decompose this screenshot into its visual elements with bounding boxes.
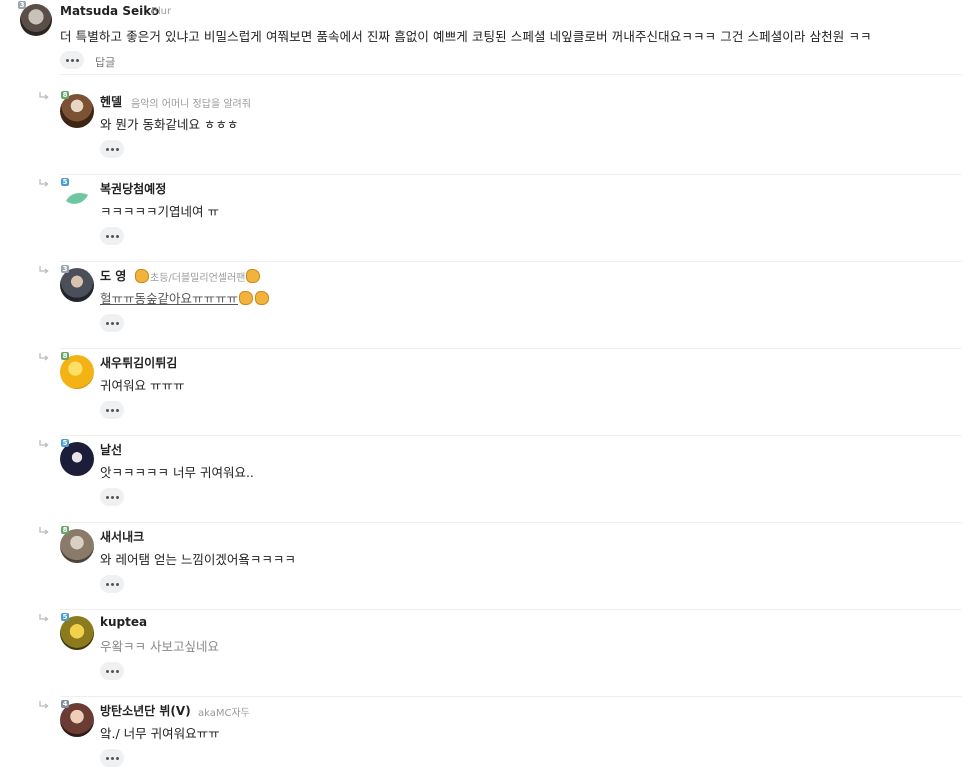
reply-arrow-icon <box>39 179 49 187</box>
comment-text: 귀여워요 ㅠㅠㅠ <box>100 378 185 393</box>
reply-comment: 4 방탄소년단 뷔(V) akaMC자두 앜./ 너무 귀여워요ㅠㅠ <box>0 697 962 784</box>
reply-arrow-icon <box>39 353 49 361</box>
more-options-button[interactable] <box>100 488 124 506</box>
more-options-button[interactable] <box>100 575 124 593</box>
comment-text: 와 뭔가 동화같네요 ㅎㅎㅎ <box>100 117 239 132</box>
author-nickname[interactable]: 방탄소년단 뷔(V) <box>100 702 191 719</box>
author-nickname[interactable]: 새우튀김이튀김 <box>100 354 177 371</box>
author-nickname[interactable]: 날선 <box>100 441 122 458</box>
comment-thread: 3 Matsuda Seiko Blur 더 특별하고 좋은거 있냐고 비밀스럽… <box>0 0 962 770</box>
user-avatar[interactable] <box>60 703 94 737</box>
reply-arrow-icon <box>39 701 49 709</box>
reply-arrow-icon <box>39 266 49 274</box>
more-options-button[interactable] <box>100 140 124 158</box>
more-options-button[interactable] <box>100 749 124 767</box>
reply-button[interactable]: 답글 <box>95 54 115 70</box>
level-badge: 8 <box>61 526 69 534</box>
author-nickname[interactable]: kuptea <box>100 615 147 629</box>
author-nickname[interactable]: 도 영 <box>100 267 126 284</box>
reply-comment: 8 새우튀김이튀김 귀여워요 ㅠㅠㅠ <box>0 349 962 436</box>
comment-text: 앜./ 너무 귀여워요ㅠㅠ <box>100 726 220 741</box>
user-avatar[interactable] <box>60 442 94 476</box>
leaf-avatar[interactable] <box>60 181 94 215</box>
author-nickname[interactable]: 새서내크 <box>100 528 144 545</box>
level-badge: 4 <box>61 700 69 708</box>
comment-text: 우왘ㅋㅋ 사보고싶네요 <box>100 639 219 654</box>
reply-arrow-icon <box>39 614 49 622</box>
user-avatar[interactable] <box>60 268 94 302</box>
comment-text: 헐ㅠㅠ동숲같아요ㅠㅠㅠㅠ <box>100 288 270 307</box>
author-nickname[interactable]: Matsuda Seiko <box>60 4 159 18</box>
user-avatar[interactable] <box>60 94 94 128</box>
reply-comment: 3 도 영 초등/더블밀리언셀러팬 헐ㅠㅠ동숲같아요ㅠㅠㅠㅠ <box>0 262 962 349</box>
reply-arrow-icon <box>39 527 49 535</box>
comment-text: ㅋㅋㅋㅋㅋ기엽네여 ㅠ <box>100 204 219 219</box>
author-nickname[interactable]: 복권당첨예정 <box>100 180 166 197</box>
reply-comment: 5 날선 앗ㅋㅋㅋㅋㅋ 너무 귀여워요.. <box>0 436 962 523</box>
comment-text: 앗ㅋㅋㅋㅋㅋ 너무 귀여워요.. <box>100 465 254 480</box>
reply-arrow-icon <box>39 92 49 100</box>
reply-comment: 8 새서내크 와 레어탬 얻는 느낌이겠어욬ㅋㅋㅋㅋ <box>0 523 962 610</box>
author-tag: 음악의 어머니 정답을 알려줘 <box>131 99 251 110</box>
level-badge: 3 <box>18 1 26 9</box>
comment-text: 와 레어탬 얻는 느낌이겠어욬ㅋㅋㅋㅋ <box>100 552 296 567</box>
parent-comment: 3 Matsuda Seiko Blur 더 특별하고 좋은거 있냐고 비밀스럽… <box>18 1 962 74</box>
author-tag: 초등/더블밀리언셀러팬 <box>134 269 261 284</box>
more-options-button[interactable] <box>100 314 124 332</box>
comment-text: 더 특별하고 좋은거 있냐고 비밀스럽게 여쭤보면 품속에서 진짜 흠없이 예쁘… <box>60 29 872 44</box>
level-badge: 5 <box>61 613 69 621</box>
more-options-button[interactable] <box>100 227 124 245</box>
divider <box>60 74 962 75</box>
clapping-hands-icon <box>239 291 254 305</box>
user-avatar[interactable] <box>60 529 94 563</box>
author-nickname[interactable]: 헨델 <box>100 93 122 110</box>
reply-comment: 8 헨델 음악의 어머니 정답을 알려줘 와 뭔가 동화같네요 ㅎㅎㅎ <box>0 88 962 175</box>
level-badge: 5 <box>61 178 69 186</box>
user-avatar[interactable] <box>60 355 94 389</box>
more-options-button[interactable] <box>100 401 124 419</box>
reply-comment: 5 kuptea 우왘ㅋㅋ 사보고싶네요 <box>0 610 962 697</box>
more-options-button[interactable] <box>60 51 84 69</box>
pointing-hand-icon <box>246 269 261 283</box>
user-avatar[interactable] <box>60 616 94 650</box>
pointing-hand-icon <box>135 269 149 283</box>
clapping-hands-icon <box>255 291 270 305</box>
author-tag: akaMC자두 <box>198 708 250 719</box>
level-badge: 3 <box>61 265 69 273</box>
reply-arrow-icon <box>39 440 49 448</box>
reply-comment: 5 복권당첨예정 ㅋㅋㅋㅋㅋ기엽네여 ㅠ <box>0 175 962 262</box>
more-options-button[interactable] <box>100 662 124 680</box>
author-tag: Blur <box>151 6 172 17</box>
level-badge: 5 <box>61 439 69 447</box>
level-badge: 8 <box>61 91 69 99</box>
level-badge: 8 <box>61 352 69 360</box>
